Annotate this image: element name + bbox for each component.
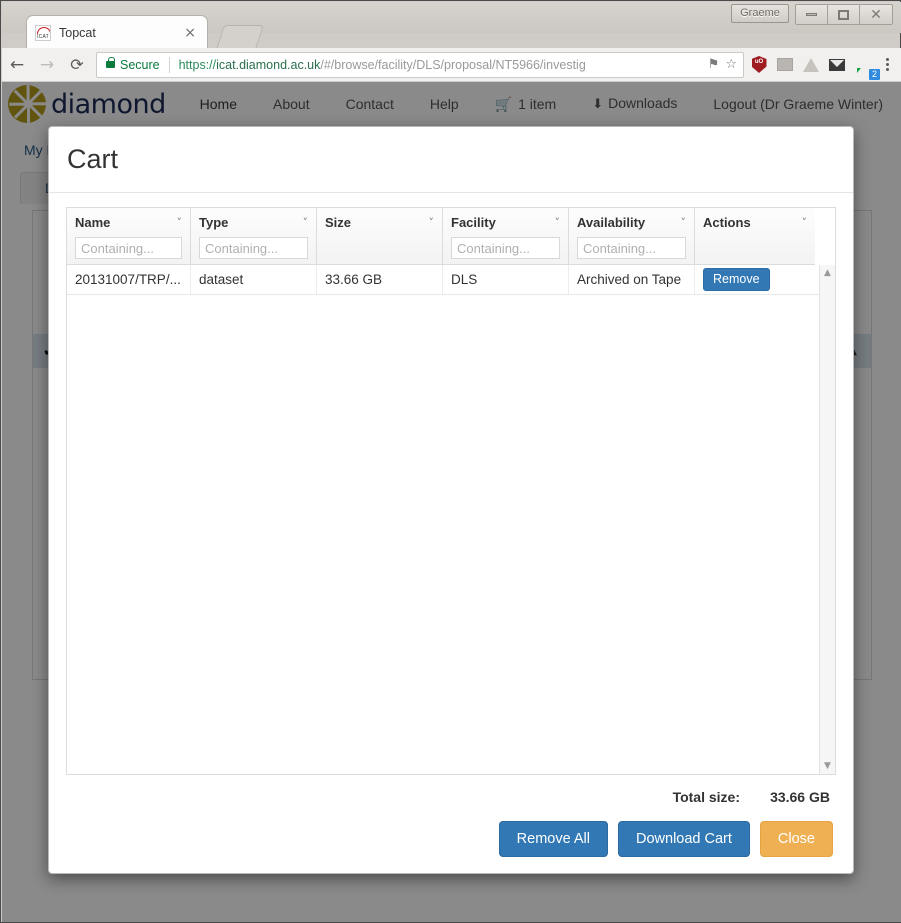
url-text: https://icat.diamond.ac.uk/#/browse/faci… — [179, 58, 702, 72]
column-label-type: Type — [199, 214, 229, 230]
scroll-up-icon[interactable]: ▲ — [824, 265, 831, 281]
table-body: 20131007/TRP/... dataset 33.66 GB DLS Ar… — [67, 265, 835, 774]
google-drive-icon[interactable] — [802, 56, 820, 74]
column-header-name[interactable]: Name ˅ — [67, 208, 191, 265]
modal-header: Cart — [49, 127, 853, 193]
browser-tab-topcat[interactable]: ICAT Topcat × — [26, 15, 208, 49]
ublock-label: uO — [754, 59, 764, 65]
cart-modal: Cart Name ˅ Type — [48, 126, 854, 874]
column-label-facility: Facility — [451, 214, 496, 230]
avatar-badge: 2 — [868, 68, 880, 80]
topcat-favicon-icon: ICAT — [35, 24, 51, 41]
filter-input-type[interactable] — [199, 237, 308, 259]
cell-size: 33.66 GB — [317, 265, 443, 294]
profile-avatar[interactable]: 2 — [854, 55, 880, 80]
column-header-actions[interactable]: Actions ˅ — [695, 208, 815, 265]
cell-availability: Archived on Tape — [569, 265, 695, 294]
favicon-label: ICAT — [37, 33, 49, 40]
tab-close-icon[interactable]: × — [181, 26, 199, 40]
screenshot-extension-icon[interactable] — [776, 56, 794, 74]
column-label-size: Size — [325, 214, 352, 230]
remove-all-button[interactable]: Remove All — [498, 820, 608, 857]
browser-window: Graeme ✕ ICAT Topcat × ← → ⟳ Secure http… — [0, 0, 901, 923]
extension-toolbar: uO 2 — [750, 55, 901, 80]
url-host: icat.diamond.ac.uk — [216, 57, 321, 72]
gray-square-icon — [777, 58, 793, 71]
cell-actions: Remove — [695, 265, 815, 294]
total-size-label: Total size: — [672, 788, 740, 805]
download-cart-button[interactable]: Download Cart — [618, 820, 750, 857]
ublock-origin-icon[interactable]: uO — [750, 56, 768, 74]
chevron-down-icon[interactable]: ˅ — [429, 216, 435, 229]
envelope-icon — [829, 58, 845, 71]
security-label: Secure — [120, 57, 160, 72]
column-label-availability: Availability — [577, 214, 646, 230]
scroll-down-icon[interactable]: ▼ — [824, 758, 831, 774]
lock-icon — [106, 57, 115, 68]
window-frame: Graeme ✕ ICAT Topcat × ← → ⟳ Secure http… — [0, 0, 901, 923]
reload-button[interactable]: ⟳ — [62, 50, 92, 80]
modal-body: Name ˅ Type ˅ — [49, 193, 853, 775]
address-bar[interactable]: Secure https://icat.diamond.ac.uk/#/brow… — [96, 51, 744, 78]
chrome-menu-icon[interactable] — [882, 58, 893, 71]
chevron-down-icon[interactable]: ˅ — [555, 216, 561, 229]
chevron-down-icon[interactable]: ˅ — [177, 216, 183, 229]
url-scheme: https:// — [178, 57, 217, 72]
forward-button[interactable]: → — [32, 50, 62, 80]
shield-icon: uO — [751, 56, 767, 73]
table-scrollbar[interactable]: ▲ ▼ — [819, 265, 835, 774]
chevron-down-icon[interactable]: ˅ — [802, 216, 808, 229]
bookmark-star-icon[interactable]: ☆ — [725, 57, 737, 72]
tab-title: Topcat — [59, 25, 96, 40]
column-label-actions: Actions — [703, 214, 751, 230]
cell-type: dataset — [191, 265, 317, 294]
column-header-availability[interactable]: Availability ˅ — [569, 208, 695, 265]
filter-input-name[interactable] — [75, 237, 182, 259]
omnibox-divider — [168, 56, 170, 73]
mail-icon[interactable] — [828, 56, 846, 74]
column-header-facility[interactable]: Facility ˅ — [443, 208, 569, 265]
chevron-down-icon[interactable]: ˅ — [681, 216, 687, 229]
filter-input-availability[interactable] — [577, 237, 686, 259]
close-modal-button[interactable]: Close — [759, 820, 833, 857]
column-header-type[interactable]: Type ˅ — [191, 208, 317, 265]
browser-toolbar: ← → ⟳ Secure https://icat.diamond.ac.uk/… — [2, 48, 901, 82]
triangle-icon — [803, 57, 819, 72]
table-header-row: Name ˅ Type ˅ — [67, 208, 835, 265]
column-header-size[interactable]: Size ˅ — [317, 208, 443, 265]
save-page-icon[interactable]: ⚑ — [708, 57, 720, 72]
filter-input-facility[interactable] — [451, 237, 560, 259]
tab-strip: ICAT Topcat × — [2, 15, 901, 49]
cart-table: Name ˅ Type ˅ — [66, 207, 836, 775]
cell-name: 20131007/TRP/... — [67, 265, 191, 294]
chevron-down-icon[interactable]: ˅ — [303, 216, 309, 229]
remove-row-button[interactable]: Remove — [703, 268, 770, 291]
modal-footer: Total size: 33.66 GB Remove All Download… — [49, 775, 853, 873]
avatar-tail-icon — [857, 67, 861, 73]
table-row[interactable]: 20131007/TRP/... dataset 33.66 GB DLS Ar… — [67, 265, 835, 295]
url-path: /#/browse/facility/DLS/proposal/NT5966/i… — [320, 57, 586, 72]
modal-title: Cart — [67, 144, 119, 174]
cell-facility: DLS — [443, 265, 569, 294]
back-button[interactable]: ← — [2, 50, 32, 80]
modal-actions: Remove All Download Cart Close — [67, 820, 835, 857]
total-size-value: 33.66 GB — [770, 788, 830, 805]
column-label-name: Name — [75, 214, 111, 230]
total-size-row: Total size: 33.66 GB — [67, 775, 835, 821]
new-tab-button[interactable] — [216, 25, 264, 49]
